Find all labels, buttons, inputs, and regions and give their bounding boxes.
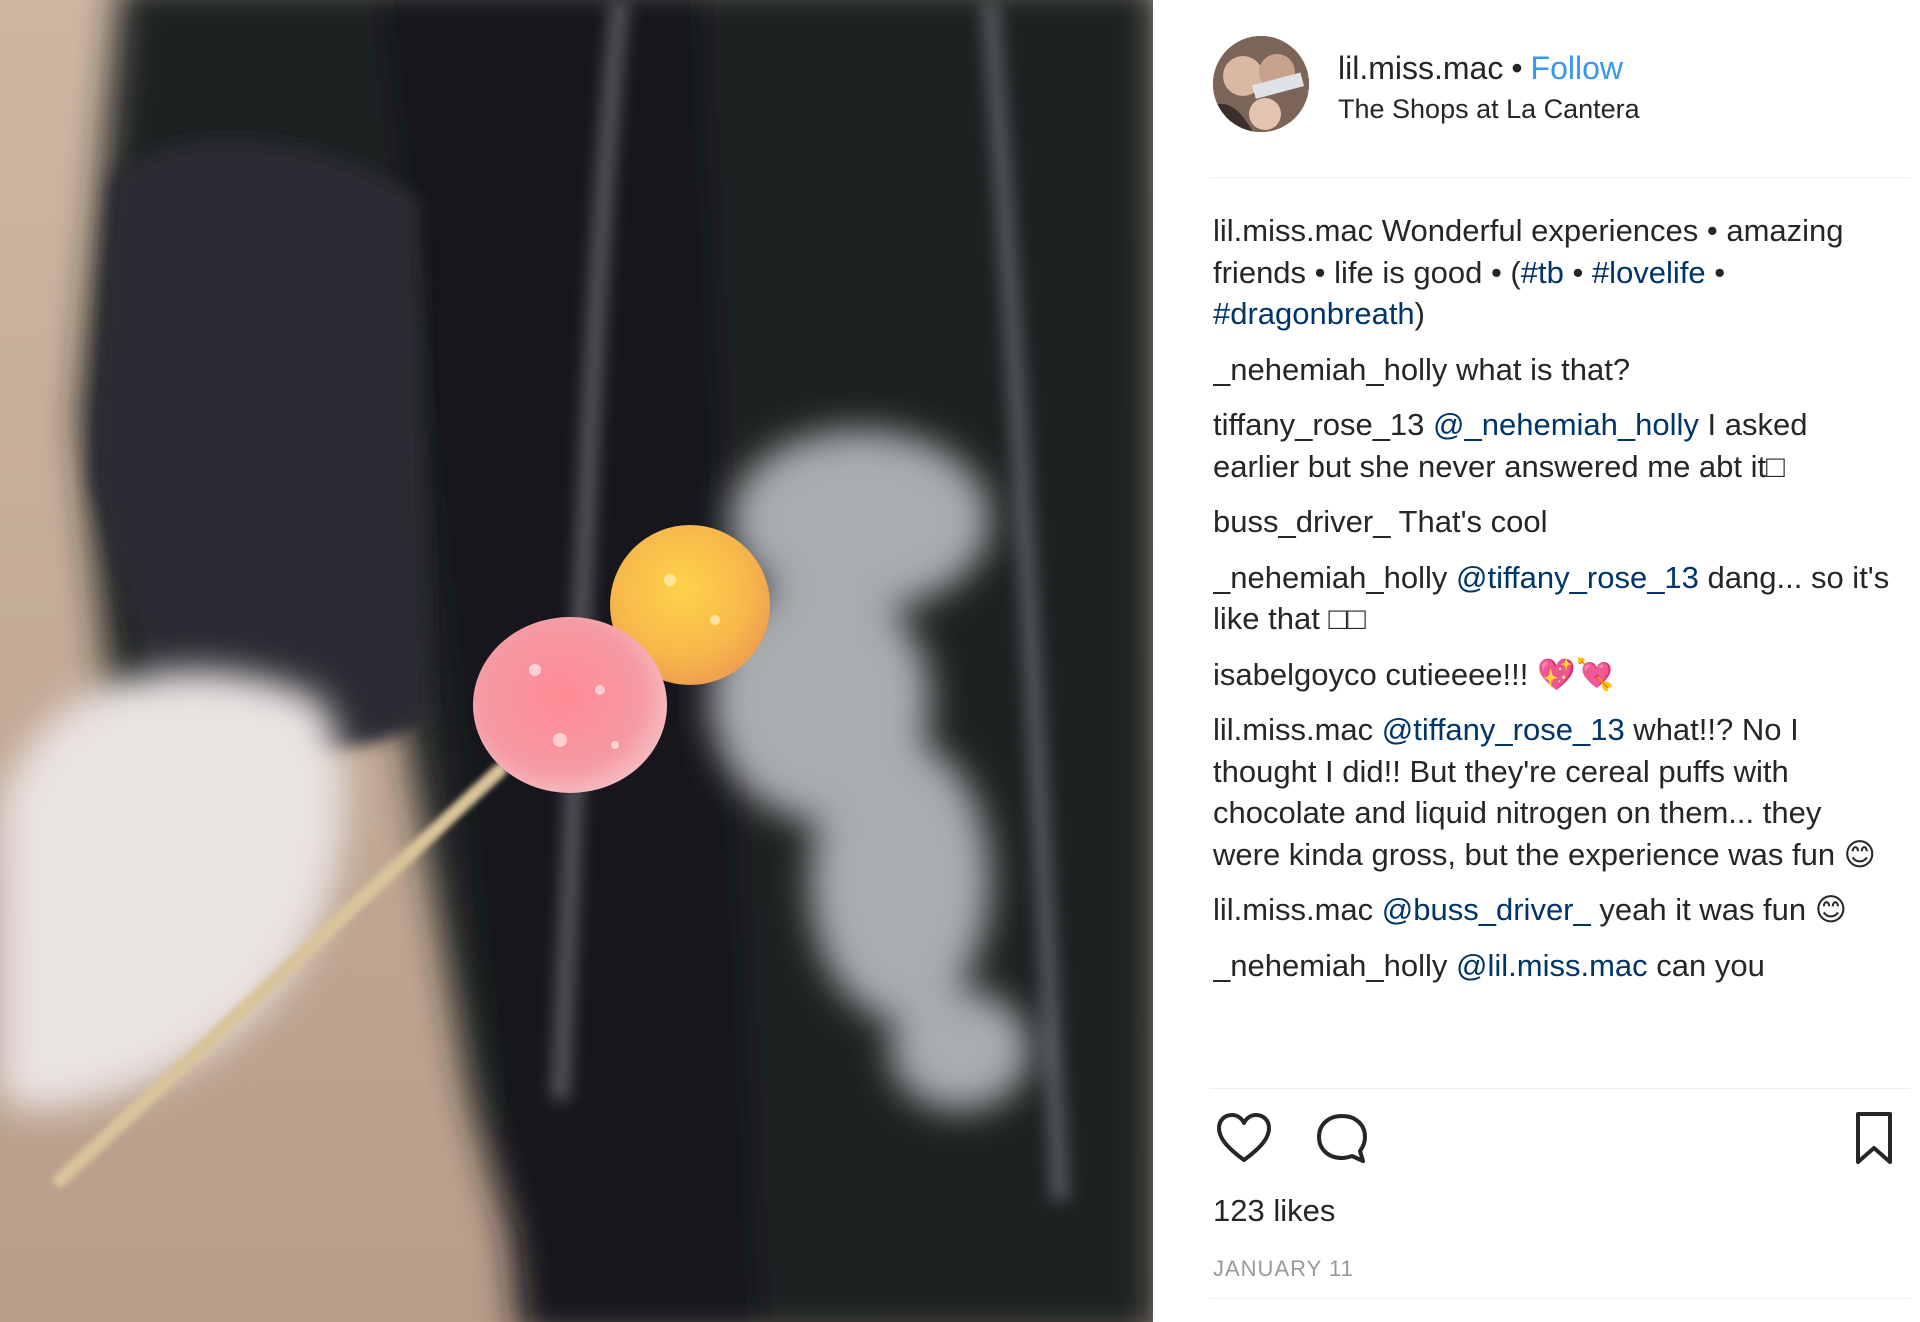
comment-text: ) [1414, 296, 1425, 331]
hashtag-link[interactable]: #dragonbreath [1213, 296, 1415, 331]
post-photo-image [0, 0, 1153, 1322]
post-header: lil.miss.mac • Follow The Shops at La Cant… [1213, 36, 1903, 136]
comment-text: what is that? [1456, 351, 1631, 387]
footer-divider [1210, 1298, 1910, 1299]
comment-username[interactable]: isabelgoyco [1213, 657, 1377, 692]
comment-item: lil.miss.mac @tiffany_rose_13 what!!? No… [1213, 709, 1893, 875]
mention-link[interactable]: @_nehemiah_holly [1433, 407, 1699, 442]
hashtag-link[interactable]: #lovelife [1592, 255, 1706, 290]
comment-text: yeah it was fun 😊 [1590, 892, 1848, 927]
heart-icon[interactable] [1213, 1108, 1275, 1170]
avatar-image [1213, 36, 1309, 132]
comment-username[interactable]: _nehemiah_holly [1213, 948, 1447, 983]
mention-link[interactable]: @buss_driver_ [1382, 892, 1591, 927]
comment-username[interactable]: _nehemiah_holly [1213, 352, 1447, 387]
comment-username[interactable]: lil.miss.mac [1213, 892, 1373, 927]
comment-text: • [1563, 254, 1592, 290]
comment-text: • [1705, 254, 1726, 290]
post-date[interactable]: JANUARY 11 [1213, 1256, 1354, 1282]
comment-item: lil.miss.mac @buss_driver_ yeah it was f… [1213, 889, 1893, 931]
bookmark-icon[interactable] [1843, 1108, 1905, 1170]
mention-link[interactable]: @tiffany_rose_13 [1456, 560, 1699, 595]
comment-text: can you [1647, 947, 1765, 983]
comments-list[interactable]: lil.miss.mac Wonderful experiences • ama… [1213, 210, 1893, 1090]
comment-item: _nehemiah_holly what is that? [1213, 349, 1893, 391]
comment-username[interactable]: lil.miss.mac [1213, 712, 1373, 747]
follow-button[interactable]: Follow [1531, 50, 1623, 86]
comment-item: tiffany_rose_13 @_nehemiah_holly I asked… [1213, 404, 1893, 487]
speech-bubble-icon[interactable] [1311, 1108, 1373, 1170]
location-link[interactable]: The Shops at La Cantera [1338, 94, 1640, 125]
header-separator: • [1511, 50, 1523, 86]
comment-item: isabelgoyco cutieeee!!! 💖💘 [1213, 654, 1893, 696]
mention-link[interactable]: @lil.miss.mac [1456, 948, 1648, 983]
mention-link[interactable]: @tiffany_rose_13 [1382, 712, 1625, 747]
comment-username[interactable]: _nehemiah_holly [1213, 560, 1447, 595]
comment-username[interactable]: lil.miss.mac [1213, 213, 1373, 248]
likes-count[interactable]: 123 likes [1213, 1193, 1335, 1229]
post-photo[interactable] [0, 0, 1153, 1322]
comment-item: buss_driver_ That's cool [1213, 501, 1893, 543]
actions-divider [1210, 1088, 1910, 1089]
comment-username[interactable]: buss_driver_ [1213, 504, 1390, 539]
comment-item: _nehemiah_holly @tiffany_rose_13 dang...… [1213, 557, 1893, 640]
comment-item: lil.miss.mac Wonderful experiences • ama… [1213, 210, 1893, 335]
post-side-panel: lil.miss.mac • Follow The Shops at La Cant… [1153, 0, 1920, 1322]
hashtag-link[interactable]: #tb [1521, 255, 1564, 290]
comment-username[interactable]: tiffany_rose_13 [1213, 407, 1424, 442]
comment-text: cutieeee!!! 💖💘 [1385, 656, 1615, 692]
post-username[interactable]: lil.miss.mac [1338, 50, 1503, 86]
action-bar [1213, 1108, 1903, 1178]
comment-text: That's cool [1398, 504, 1548, 539]
avatar[interactable] [1213, 36, 1309, 132]
header-title-line: lil.miss.mac • Follow [1338, 50, 1623, 87]
header-divider [1210, 177, 1910, 178]
comment-item: _nehemiah_holly @lil.miss.mac can you [1213, 945, 1893, 987]
